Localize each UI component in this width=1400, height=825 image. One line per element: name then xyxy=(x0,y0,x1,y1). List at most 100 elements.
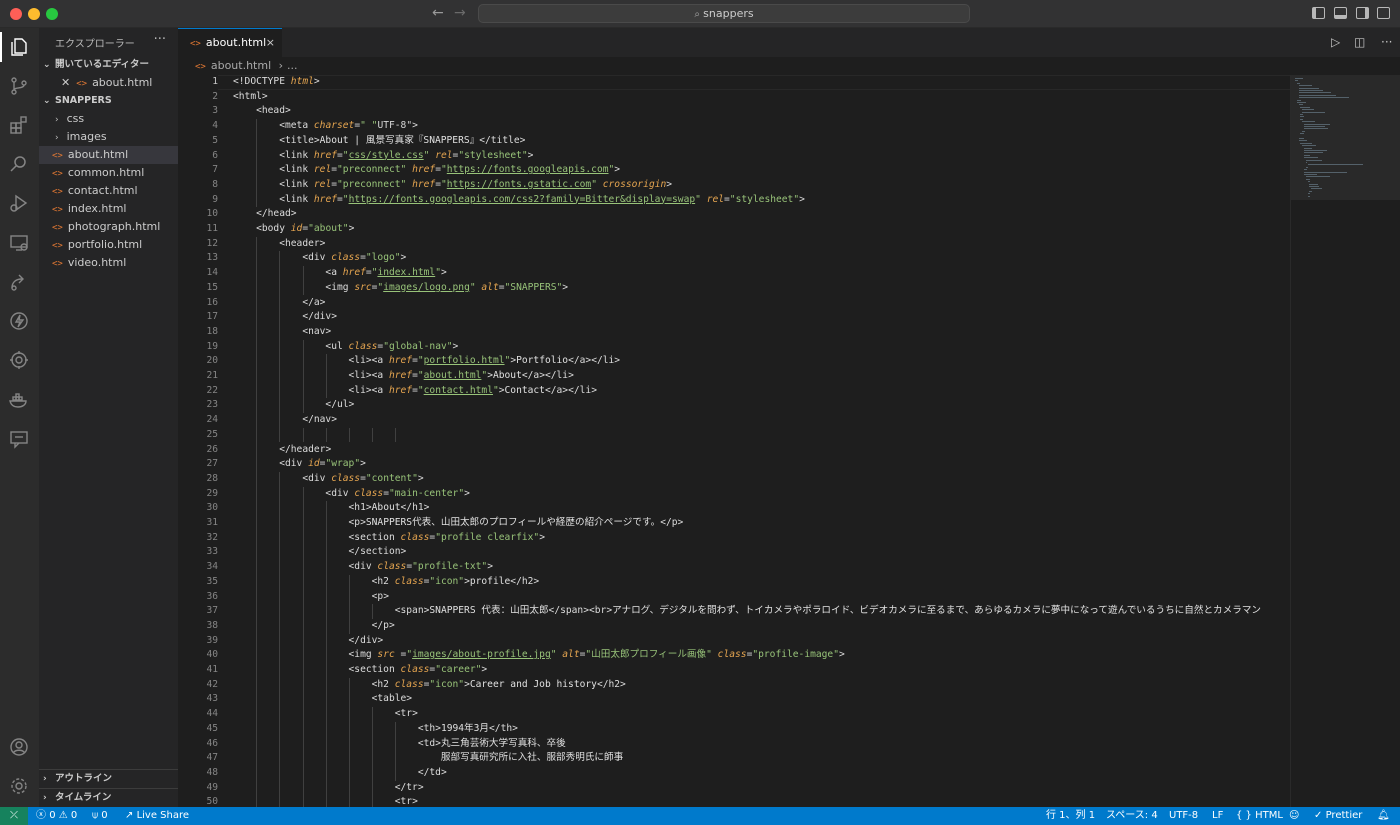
encoding[interactable]: UTF-8 xyxy=(1169,807,1198,825)
code-line[interactable]: <span>SNAPPERS 代表：山田太郎</span><br>アナログ、デジ… xyxy=(233,604,1261,619)
toggle-secondary-sidebar-icon[interactable] xyxy=(1356,7,1369,19)
minimap[interactable] xyxy=(1290,75,1400,807)
close-icon[interactable]: ✕ xyxy=(61,76,70,89)
cursor-position[interactable]: 行 1、列 1 xyxy=(1046,807,1095,825)
code-line[interactable]: <ul class="global-nav"> xyxy=(233,340,458,355)
breadcrumb-file[interactable]: about.html xyxy=(211,59,271,72)
more-actions-icon[interactable]: ··· xyxy=(154,32,166,47)
close-tab-icon[interactable]: × xyxy=(266,29,275,57)
code-line[interactable]: <tr> xyxy=(233,707,418,722)
code-line[interactable]: <td>丸三角芸術大学写真科、卒後 xyxy=(233,737,566,752)
back-arrow-icon[interactable]: ← xyxy=(432,5,444,21)
code-line[interactable]: </ul> xyxy=(233,398,354,413)
manage-gear-icon[interactable] xyxy=(8,775,30,797)
file-photograph[interactable]: <> photograph.html xyxy=(39,218,178,236)
code-line[interactable]: </td> xyxy=(233,766,447,781)
code-line[interactable]: </head> xyxy=(233,207,296,222)
minimize-window-button[interactable] xyxy=(28,8,40,20)
code-line[interactable]: <div class="content"> xyxy=(233,472,423,487)
code-line[interactable]: </p> xyxy=(233,619,395,634)
language-mode[interactable]: { } HTML xyxy=(1236,807,1283,825)
code-line[interactable]: </section> xyxy=(233,545,407,560)
code-line[interactable]: 服部写真研究所に入社、服部秀明氏に師事 xyxy=(233,751,623,766)
code-line[interactable]: <meta charset=" "UTF-8"> xyxy=(233,119,418,134)
code-line[interactable]: <header> xyxy=(233,237,325,252)
live-share-button[interactable]: ↗ Live Share xyxy=(125,807,189,825)
settings-sync-icon[interactable] xyxy=(8,349,30,371)
project-section[interactable]: ⌄ SNAPPERS xyxy=(39,92,178,110)
code-line[interactable]: <th>1994年3月</th> xyxy=(233,722,518,737)
code-line[interactable]: <h1>About</h1> xyxy=(233,501,430,516)
outline-section[interactable]: › アウトライン xyxy=(39,769,178,788)
code-line[interactable]: <section class="profile clearfix"> xyxy=(233,531,545,546)
timeline-section[interactable]: › タイムライン xyxy=(39,788,178,807)
code-line[interactable]: </div> xyxy=(233,634,384,649)
code-line[interactable]: <title>About | 風景写真家『SNAPPERS』</title> xyxy=(233,134,525,149)
code-line[interactable]: <link rel="preconnect" href="https://fon… xyxy=(233,163,620,178)
code-line[interactable]: <p>SNAPPERS代表、山田太郎のプロフィールや経歴の紹介ページです。</p… xyxy=(233,516,684,531)
source-control-icon[interactable] xyxy=(8,75,30,97)
code-line[interactable]: <p> xyxy=(233,590,389,605)
notifications-bell-icon[interactable]: 🔔︎ xyxy=(1377,807,1390,825)
code-editor[interactable]: 1 2 3 4 5 6 7 8 9 10 11 12 13 14 15 16 17 18 19 20 21 22 23 24 2… xyxy=(178,75,1290,807)
code-line[interactable]: <link href="https://fonts.googleapis.com… xyxy=(233,193,805,208)
account-icon[interactable] xyxy=(8,736,30,758)
run-icon[interactable]: ▷ xyxy=(1331,35,1340,49)
toggle-panel-icon[interactable] xyxy=(1334,7,1347,19)
end-of-line[interactable]: LF xyxy=(1212,807,1223,825)
run-debug-icon[interactable] xyxy=(8,192,30,214)
code-line[interactable]: <section class="career"> xyxy=(233,663,488,678)
code-line[interactable]: <div class="logo"> xyxy=(233,251,406,266)
code-line[interactable]: <img src ="images/about-profile.jpg" alt… xyxy=(233,648,845,663)
code-line[interactable]: <div class="profile-txt"> xyxy=(233,560,493,575)
code-line[interactable]: <html> xyxy=(233,90,268,105)
code-line[interactable]: <link rel="preconnect" href="https://fon… xyxy=(233,178,672,193)
thunder-client-icon[interactable] xyxy=(8,310,30,332)
extensions-icon[interactable] xyxy=(8,114,30,136)
code-line[interactable]: <h2 class="icon">Career and Job history<… xyxy=(233,678,626,693)
folder-css[interactable]: › css xyxy=(39,110,178,128)
file-video[interactable]: <> video.html xyxy=(39,254,178,272)
remote-explorer-icon[interactable] xyxy=(8,232,30,254)
forward-arrow-icon[interactable]: → xyxy=(454,5,466,21)
file-portfolio[interactable]: <> portfolio.html xyxy=(39,236,178,254)
maximize-window-button[interactable] xyxy=(46,8,58,20)
indentation[interactable]: スペース: 4 xyxy=(1106,807,1158,825)
comments-icon[interactable] xyxy=(8,428,30,450)
open-editor-item[interactable]: ✕ <> about.html xyxy=(39,74,178,92)
tab-about-html[interactable]: <> about.html × xyxy=(178,28,282,57)
open-editors-section[interactable]: ⌄ 開いているエディター xyxy=(39,56,178,74)
code-line[interactable]: </header> xyxy=(233,443,331,458)
code-line[interactable]: <div class="main-center"> xyxy=(233,487,469,502)
code-line[interactable]: <head> xyxy=(233,104,291,119)
file-index[interactable]: <> index.html xyxy=(39,200,178,218)
code-line[interactable]: <link href="css/style.css" rel="styleshe… xyxy=(233,149,533,164)
code-line[interactable]: <table> xyxy=(233,692,412,707)
remote-indicator-icon[interactable]: ⤫ xyxy=(0,807,28,825)
code-line[interactable]: <h2 class="icon">profile</h2> xyxy=(233,575,540,590)
close-window-button[interactable] xyxy=(10,8,22,20)
copilot-icon[interactable]: ☺ xyxy=(1289,807,1299,825)
code-line[interactable]: <tr> xyxy=(233,795,418,807)
customize-layout-icon[interactable] xyxy=(1377,7,1390,19)
code-line[interactable]: </tr> xyxy=(233,781,424,796)
code-line[interactable]: <nav> xyxy=(233,325,331,340)
code-line[interactable]: <li><a href="about.html">About</a></li> xyxy=(233,369,574,384)
code-line[interactable]: </a> xyxy=(233,296,325,311)
code-line[interactable]: <div id="wrap"> xyxy=(233,457,366,472)
explorer-icon[interactable] xyxy=(8,36,30,58)
code-line[interactable]: <li><a href="contact.html">Contact</a></… xyxy=(233,384,597,399)
split-editor-icon[interactable]: ◫ xyxy=(1354,35,1365,49)
problems-indicator[interactable]: ⓧ 0 ⚠ 0 xyxy=(36,807,77,825)
code-line[interactable]: <a href="index.html"> xyxy=(233,266,446,281)
prettier-indicator[interactable]: ✓ Prettier xyxy=(1314,807,1362,825)
code-line[interactable]: <!DOCTYPE html> xyxy=(233,75,320,90)
file-contact[interactable]: <> contact.html xyxy=(39,182,178,200)
folder-images[interactable]: › images xyxy=(39,128,178,146)
command-center-search[interactable]: ⌕ snappers xyxy=(478,4,970,23)
more-actions-icon[interactable]: ··· xyxy=(1381,35,1392,49)
toggle-sidebar-icon[interactable] xyxy=(1312,7,1325,19)
code-line[interactable]: </nav> xyxy=(233,413,337,428)
breadcrumb-more[interactable]: ... xyxy=(287,59,298,72)
file-about[interactable]: <> about.html xyxy=(39,146,178,164)
